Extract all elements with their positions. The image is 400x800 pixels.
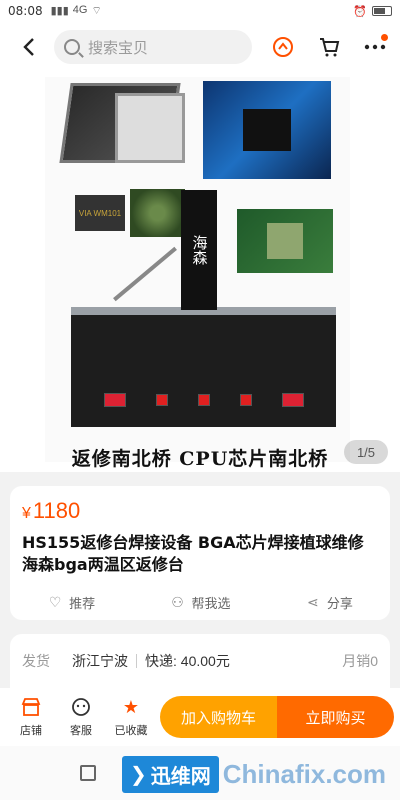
- star-icon: ★: [122, 696, 140, 717]
- price-value: 1180: [32, 498, 81, 523]
- search-icon: [64, 39, 80, 55]
- delivery-fee: 快递: 40.00元: [145, 653, 230, 669]
- switch: [198, 394, 210, 406]
- alarm-icon: ⏰: [353, 5, 367, 18]
- top-bar: 搜索宝贝: [0, 22, 400, 72]
- shipping-label: 发货: [22, 653, 50, 669]
- watermark-brand: 迅维网: [150, 765, 211, 788]
- image-counter: 1/5: [344, 440, 388, 464]
- favorite-label: 已收藏: [114, 725, 148, 737]
- top-icons: [268, 32, 390, 62]
- bottom-action-bar: 店铺 客服 ★ 已收藏 加入购物车 立即购买: [0, 688, 400, 746]
- chat-icon: [70, 696, 92, 718]
- customer-service-label: 客服: [70, 725, 92, 737]
- share-icon: ⋖: [306, 594, 319, 610]
- chip-photo-1b: [115, 93, 185, 163]
- add-to-cart-button[interactable]: 加入购物车: [160, 696, 277, 738]
- store-button[interactable]: 店铺: [6, 696, 56, 738]
- share-button[interactable]: ⋖ 分享: [305, 593, 353, 612]
- search-input[interactable]: 搜索宝贝: [54, 30, 252, 64]
- notification-dot: [381, 34, 388, 41]
- help-me-choose-button[interactable]: ⚇ 帮我选: [169, 593, 230, 612]
- battery-icon: [372, 6, 392, 16]
- watermark-logo: ❯ 迅维网: [122, 755, 219, 793]
- cart-icon[interactable]: [314, 32, 344, 62]
- purchase-buttons: 加入购物车 立即购买: [160, 696, 394, 738]
- network-label: 4G: [72, 4, 88, 16]
- status-right: ⏰: [353, 5, 392, 18]
- watermark-site: Chinafix.com: [222, 758, 387, 789]
- product-image: VIA WM101 海森: [45, 77, 350, 462]
- people-icon: ⚇: [171, 594, 184, 610]
- customer-service-button[interactable]: 客服: [56, 696, 106, 738]
- machine-panel: [89, 375, 319, 425]
- wifi-icon: ⌔: [91, 5, 102, 17]
- share-label: 分享: [326, 596, 353, 611]
- heart-icon: ♡: [48, 594, 62, 610]
- watermark: ❯ 迅维网 Chinafix.com: [122, 752, 396, 796]
- back-icon[interactable]: [10, 29, 46, 65]
- signal-icons: ▮▮▮ 4G ⌔: [51, 4, 102, 18]
- store-label: 店铺: [20, 725, 42, 737]
- shipping-row[interactable]: 发货 浙江宁波 快递: 40.00元 月销0: [10, 634, 390, 688]
- rework-station: 海森: [71, 190, 336, 427]
- product-gallery[interactable]: VIA WM101 海森 返修南北桥 CPU芯片南北桥 1/5: [0, 72, 400, 472]
- share-icon[interactable]: [268, 32, 298, 62]
- status-bar: 08:08 ▮▮▮ 4G ⌔ ⏰: [0, 0, 400, 22]
- monthly-sales: 月销0: [342, 653, 378, 669]
- machine-head: 海森: [181, 190, 217, 310]
- product-title: HS155返修台焊接设备 BGA芯片焊接植球维修 海森bga两温区返修台: [22, 533, 364, 574]
- temp-display: [104, 393, 126, 407]
- signal-icon: ▮▮▮: [50, 5, 69, 17]
- currency-symbol: ¥: [22, 505, 31, 522]
- more-icon[interactable]: [360, 32, 390, 62]
- product-info-card: ¥1180 HS155返修台焊接设备 BGA芯片焊接植球维修 海森bga两温区返…: [10, 486, 390, 620]
- favorite-button[interactable]: ★ 已收藏: [106, 696, 156, 738]
- switch: [156, 394, 168, 406]
- chip-photo-4: [130, 189, 185, 237]
- switch: [240, 394, 252, 406]
- search-placeholder: 搜索宝贝: [88, 38, 149, 57]
- image-caption: 返修南北桥 CPU芯片南北桥: [71, 448, 329, 470]
- price: ¥1180: [22, 498, 378, 524]
- product-actions: ♡ 推荐 ⚇ 帮我选 ⋖ 分享: [10, 593, 390, 612]
- chip-photo-3: VIA WM101: [75, 195, 125, 231]
- chip-photo-2: [203, 81, 331, 179]
- recommend-button[interactable]: ♡ 推荐: [47, 593, 95, 612]
- chip-photo-5: [237, 209, 333, 273]
- buy-now-button[interactable]: 立即购买: [277, 696, 394, 738]
- shipping-origin: 浙江宁波: [72, 653, 128, 669]
- divider: [136, 654, 137, 668]
- store-icon: [20, 696, 42, 718]
- recommend-label: 推荐: [69, 596, 96, 611]
- help-choose-label: 帮我选: [191, 596, 231, 611]
- watermark-arrow-icon: ❯: [130, 763, 147, 786]
- machine-lamp-arm: [113, 246, 177, 302]
- status-time: 08:08: [8, 4, 43, 18]
- recent-apps-icon[interactable]: [80, 765, 96, 781]
- temp-display: [282, 393, 304, 407]
